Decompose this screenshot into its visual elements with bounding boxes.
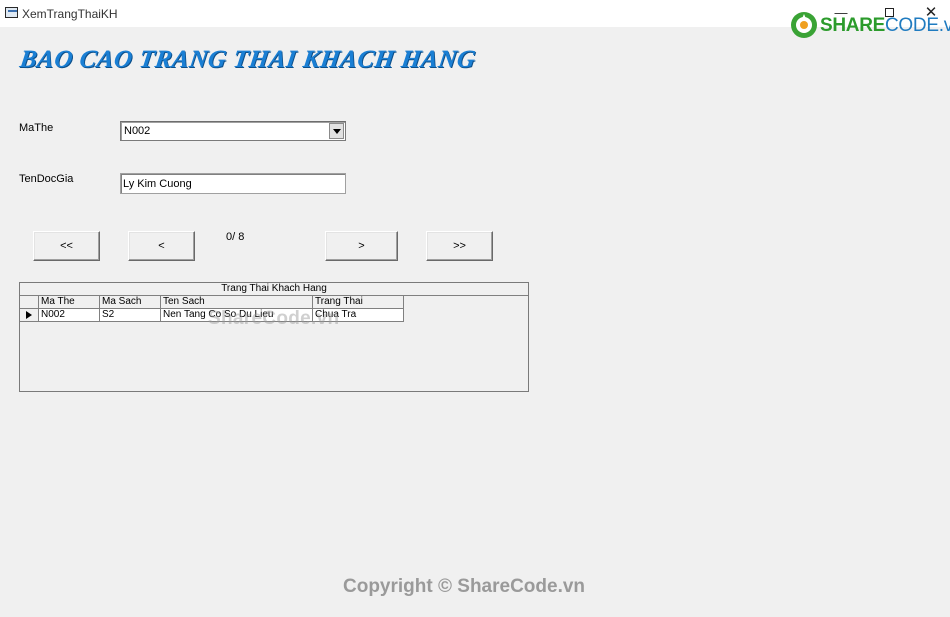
table-cell[interactable]: S2 xyxy=(100,309,161,322)
sharecode-logo-text: SHARECODE.vn xyxy=(820,15,950,36)
mathe-label: MaThe xyxy=(19,122,54,134)
sharecode-logo-icon xyxy=(791,12,817,38)
record-counter: 0/ 8 xyxy=(226,231,245,243)
page-heading: BAO CAO TRANG THAI KHACH HANG xyxy=(18,46,478,73)
current-row-arrow-icon xyxy=(26,311,32,319)
row-header[interactable] xyxy=(20,309,39,322)
grid-corner-header xyxy=(20,296,39,309)
mathe-selected-value: N002 xyxy=(124,125,151,137)
prev-record-button[interactable]: < xyxy=(128,231,195,261)
chevron-down-icon[interactable] xyxy=(329,123,344,139)
last-record-button[interactable]: >> xyxy=(426,231,493,261)
next-record-button[interactable]: > xyxy=(325,231,398,261)
grid-caption: Trang Thai Khach Hang xyxy=(20,283,528,296)
table-cell[interactable]: N002 xyxy=(39,309,100,322)
sharecode-logo: SHARECODE.vn xyxy=(790,10,950,42)
mathe-combobox[interactable]: N002 xyxy=(120,121,346,141)
status-datagrid[interactable]: Trang Thai Khach Hang Ma The Ma Sach Ten… xyxy=(19,282,529,392)
tendocgia-field[interactable] xyxy=(123,176,341,191)
column-header-mathe[interactable]: Ma The xyxy=(39,296,100,309)
column-header-masach[interactable]: Ma Sach xyxy=(100,296,161,309)
app-window-icon xyxy=(5,7,18,18)
first-record-button[interactable]: << xyxy=(33,231,100,261)
window-title: XemTrangThaiKH xyxy=(22,7,118,21)
tendocgia-label: TenDocGia xyxy=(19,173,74,185)
center-watermark: ShareCode.vn xyxy=(208,308,340,329)
tendocgia-field-box xyxy=(120,173,346,194)
copyright-watermark: Copyright © ShareCode.vn xyxy=(343,576,586,597)
